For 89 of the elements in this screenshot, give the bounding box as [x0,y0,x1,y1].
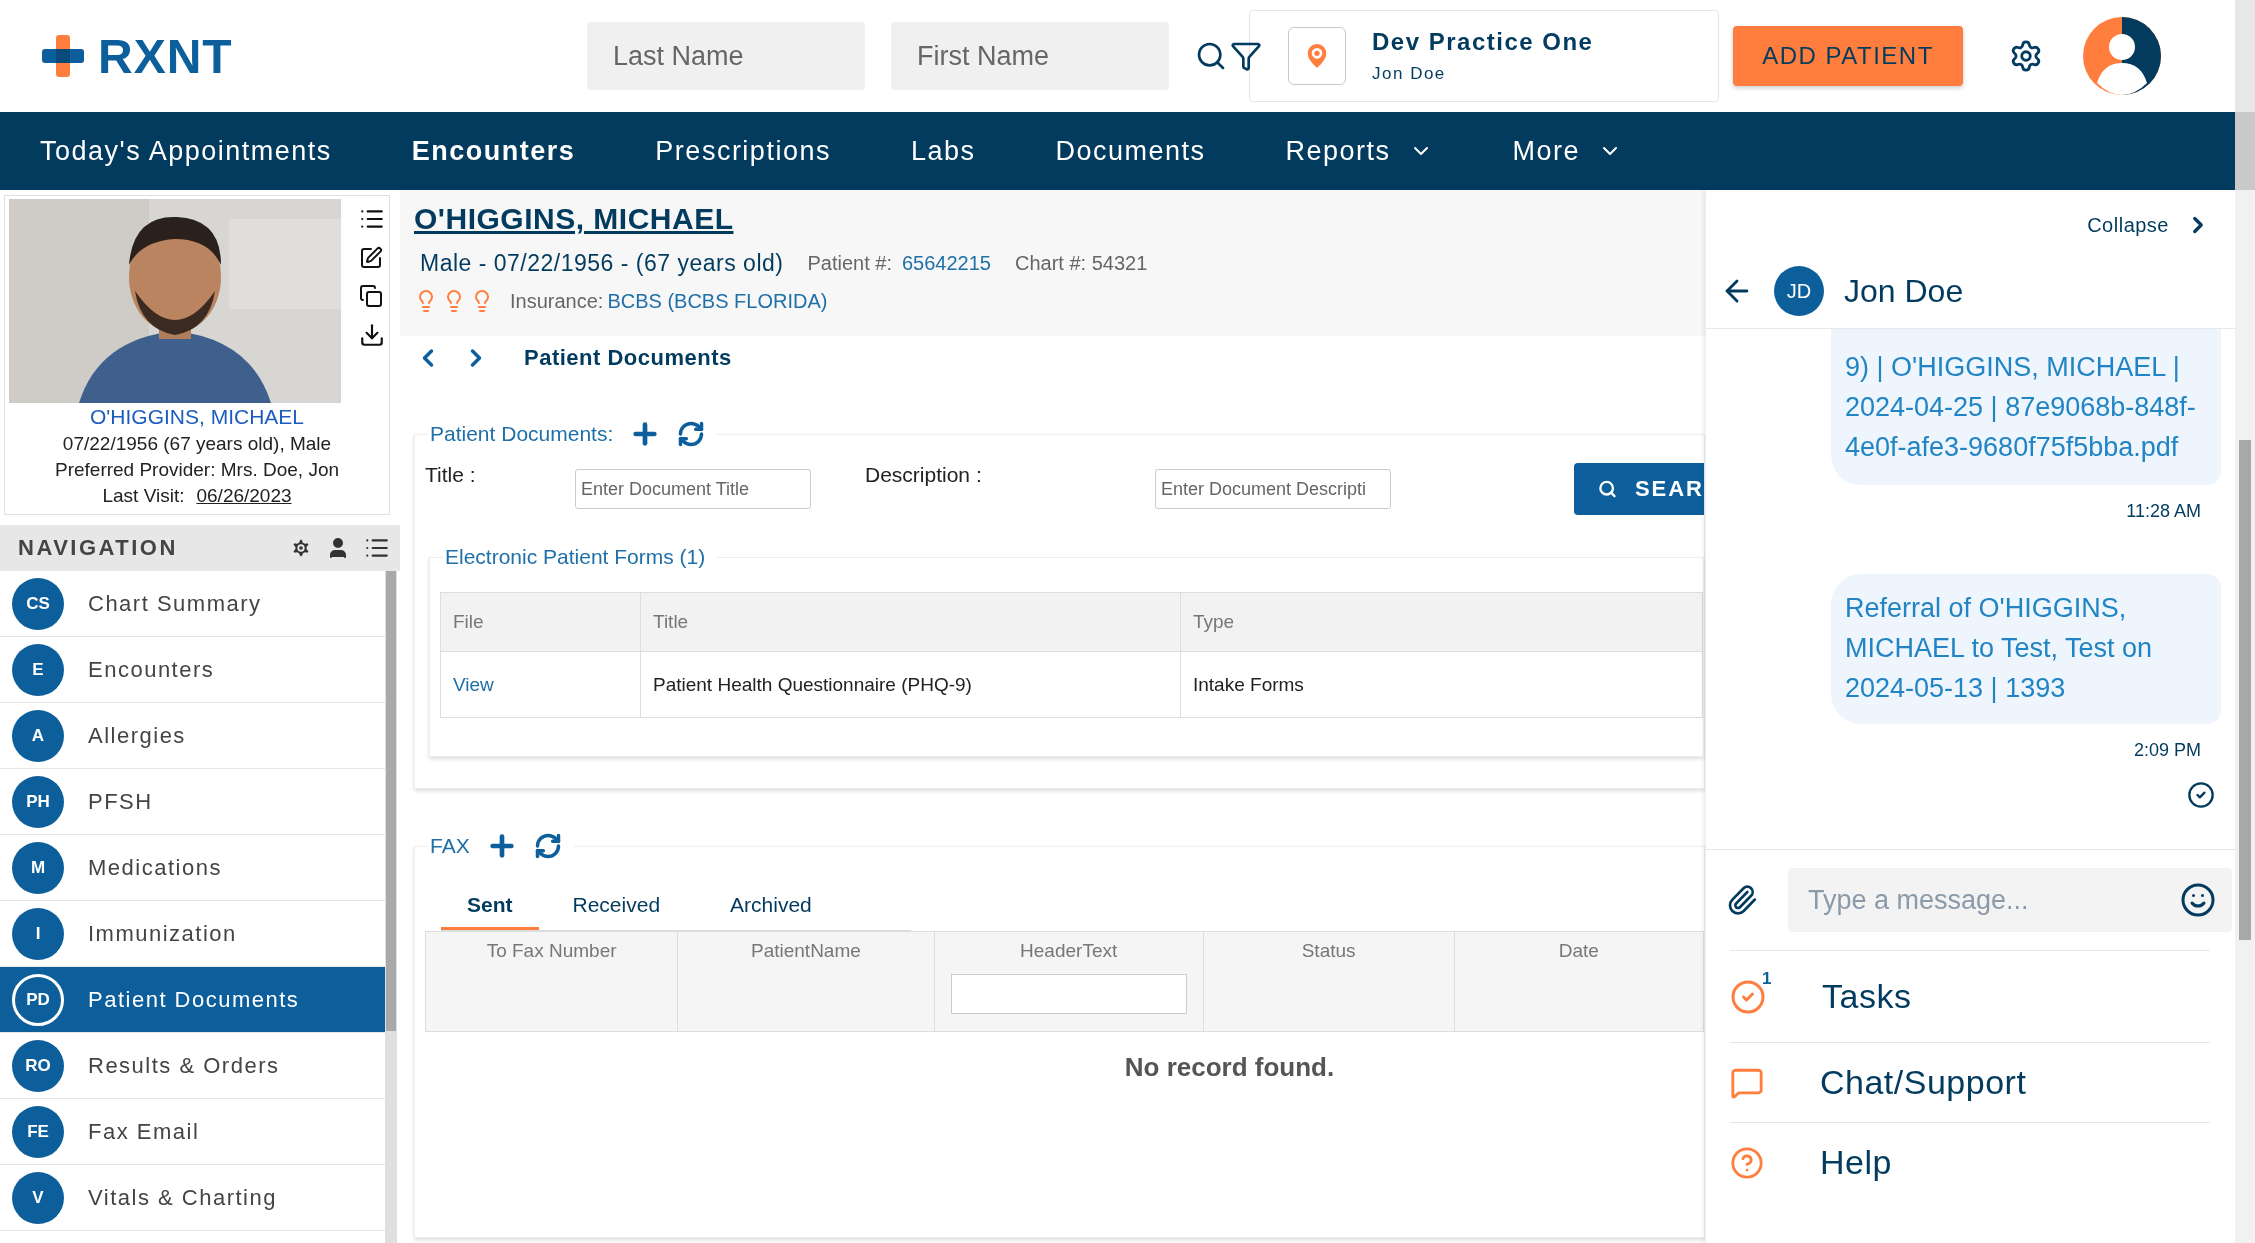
preferred-provider: Preferred Provider: Mrs. Doe, Jon [54,459,339,481]
settings-icon[interactable] [2009,39,2043,73]
search-icon[interactable] [1195,40,1227,72]
initials-badge: M [12,841,64,894]
empty-message: No record found. [1123,1051,1336,1083]
message-bubble: 9) | O'HIGGINS, MICHAEL | 2024-04-25 | 87e9068b-848f-4e0f-afe3-9680f75f5bba.pdf [1831,329,2221,485]
user-name: Jon Doe [1372,64,1447,84]
menu-item[interactable]: Prescriptions [655,135,831,167]
patient-number: 65642215 [902,252,991,275]
attach-icon[interactable] [1726,884,1758,916]
insurance-label: Insurance: [510,289,604,313]
initials-badge: PH [12,775,64,828]
column-header: Type [1180,592,1703,652]
menu-item[interactable]: Today's Appointments [40,135,332,167]
download-icon[interactable] [359,322,385,348]
initials-badge: V [12,1171,64,1224]
message-time: 11:28 AM [2126,501,2201,522]
description-label: Description : [865,463,983,487]
initials-badge: CS [12,577,64,630]
menu-item[interactable]: Reports [1285,135,1433,167]
menu-item[interactable]: Labs [910,135,976,167]
column-header: HeaderText [934,931,1204,1032]
patient-demographics: Male - 07/22/1956 - (67 years old) [420,250,784,277]
view-link[interactable]: View [453,673,494,695]
navigation-item[interactable]: PD Patient Documents [0,967,385,1033]
search-field[interactable]: First Name [891,22,1169,90]
patient-name-link[interactable]: O'HIGGINS, MICHAEL [414,202,734,235]
patient-details: 07/22/1956 (67 years old), Male [62,433,332,455]
breadcrumb: Patient Documents [524,345,732,371]
patient-name[interactable]: O'HIGGINS, MICHAEL [89,405,304,429]
column-header: To Fax Number [425,931,678,1032]
title-label: Title : [425,463,477,487]
add-patient-button[interactable]: ADD PATIENT [1733,26,1963,86]
column-header: File [440,592,641,652]
edit-icon[interactable] [359,246,385,270]
message-time: 2:09 PM [2133,740,2201,761]
filter-icon[interactable] [1230,40,1262,72]
copy-icon[interactable] [359,284,385,308]
table-cell: Intake Forms [1180,651,1703,718]
menu-item[interactable]: Encounters [411,135,576,167]
chart-number: Chart #: 54321 [1014,252,1148,275]
column-header: PatientName [677,931,935,1032]
message-field[interactable]: Type a message... [1788,868,2232,932]
search-field[interactable]: Last Name [587,22,865,90]
initials-badge: FE [12,1105,64,1158]
sidebar-link[interactable]: 1 Tasks [1730,950,2210,1042]
refresh-icon[interactable] [677,420,706,448]
description-field[interactable]: Enter Document Descripti [1155,469,1391,509]
logo-icon [42,35,84,77]
settings-icon[interactable] [290,537,312,559]
initials-badge: RO [12,1039,64,1092]
fax-tab[interactable]: Received [546,885,687,930]
insurance-value[interactable]: BCBS (BCBS FLORIDA) [607,289,828,313]
logo-text: RXNT [98,28,233,84]
search-button[interactable]: SEAR [1574,463,1704,515]
read-check-icon [2187,781,2215,809]
initials-badge: A [12,709,64,762]
documents-legend: Patient Documents: [430,422,614,446]
column-header: Status [1203,931,1455,1032]
help-icon [1730,1145,1764,1180]
refresh-icon[interactable] [533,832,562,860]
forms-legend: Electronic Patient Forms (1) [445,545,706,569]
practice-name: Dev Practice One [1372,28,1594,56]
initials-badge: E [12,643,64,696]
contact-name: Jon Doe [1844,272,1964,310]
table-cell: Patient Health Questionnaire (PHQ-9) [640,651,1181,718]
initials-badge: PD [12,973,64,1026]
initials-badge: I [12,907,64,960]
task-count: 1 [1762,968,1772,989]
emoji-icon[interactable] [2180,882,2216,918]
navigation-title: NAVIGATION [18,535,178,561]
avatar-icon[interactable] [2083,17,2161,95]
last-visit-link[interactable]: 06/26/2023 [196,485,292,506]
column-header: Title [640,592,1181,652]
title-field[interactable]: Enter Document Title [575,469,811,509]
fax-legend: FAX [430,834,470,858]
collapse-link[interactable]: Collapse [2087,212,2211,238]
menu-item[interactable]: More [1512,135,1623,167]
column-header: Date [1454,931,1704,1032]
sidebar-link[interactable]: Help [1730,1122,2210,1202]
contact-avatar: JD [1774,266,1824,316]
location-pin-icon[interactable] [1288,27,1346,85]
menu-item[interactable]: Documents [1055,135,1206,167]
filter-field[interactable] [950,974,1187,1014]
sidebar-link[interactable]: Chat/Support [1730,1042,2210,1122]
fax-tab[interactable]: Archived [704,885,838,930]
message-bubble: Referral of O'HIGGINS, MICHAEL to Test, Test on 2024-05-13 | 1393 [1831,574,2221,724]
last-visit-label: Last Visit: [102,485,185,507]
patient-number-label: Patient #: [807,252,892,275]
